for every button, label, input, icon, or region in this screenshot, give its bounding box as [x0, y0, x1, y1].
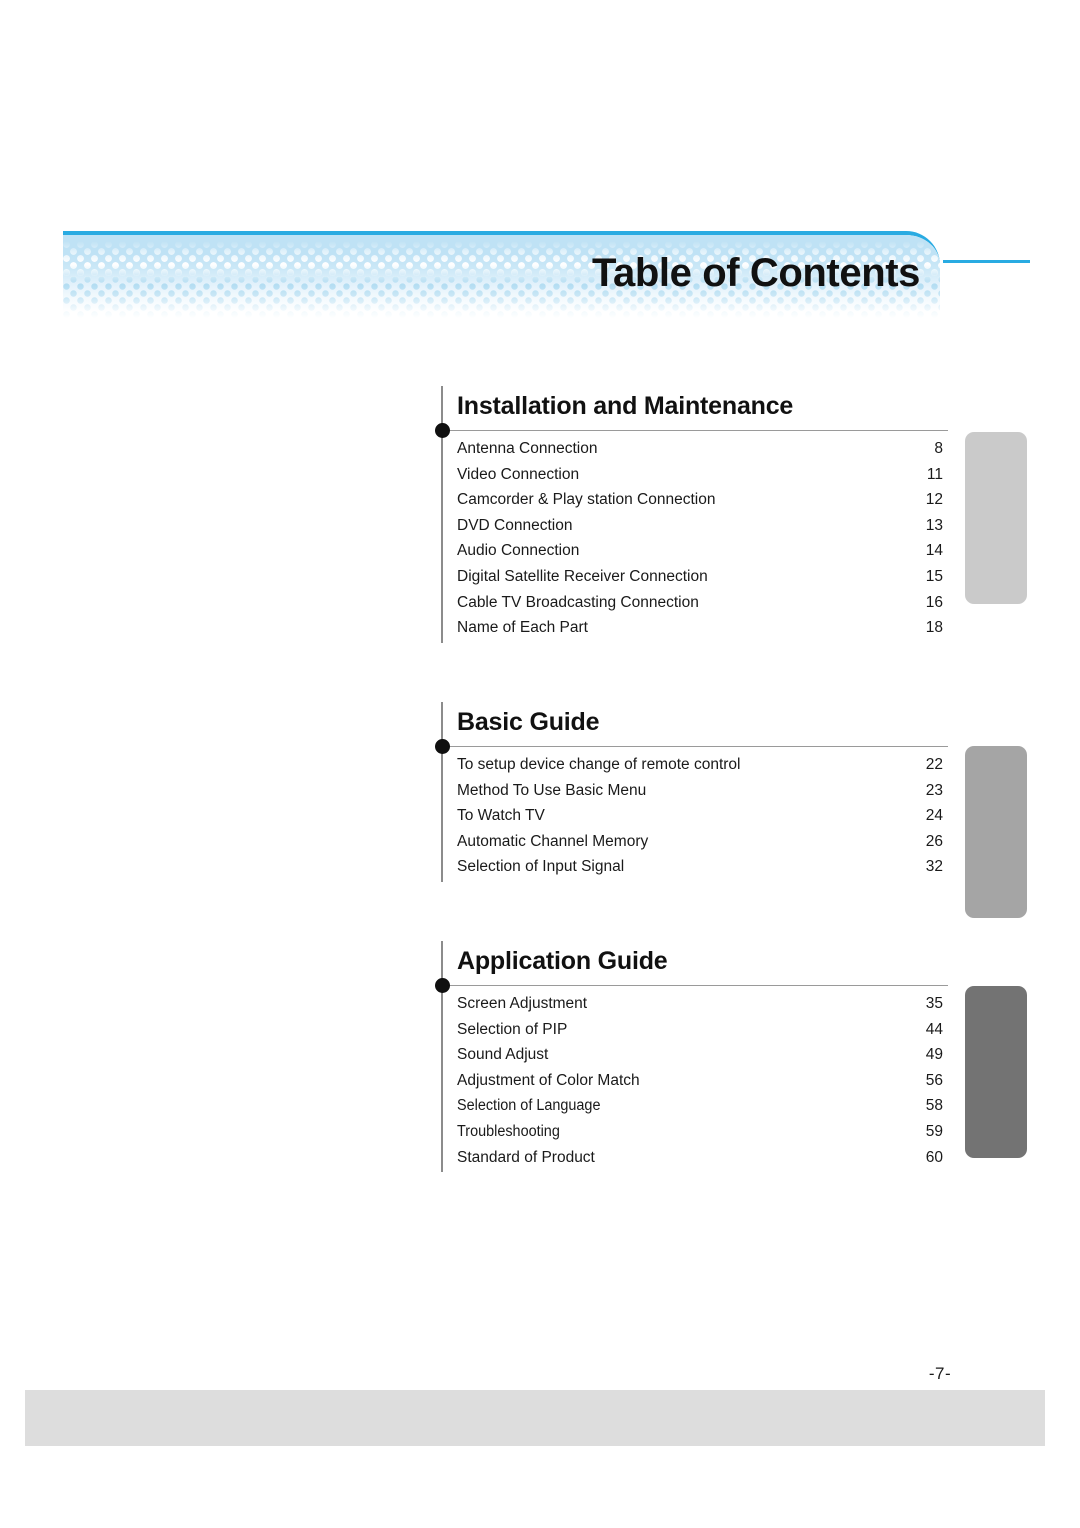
toc-entry-page: 60: [925, 1148, 943, 1166]
toc-entry-label: Name of Each Part: [457, 619, 588, 637]
toc-entry-label: Cable TV Broadcasting Connection: [457, 593, 699, 611]
toc-entry[interactable]: Video Connection 11: [441, 466, 948, 492]
toc-entry[interactable]: Sound Adjust 49: [441, 1046, 948, 1072]
toc-entry[interactable]: To Watch TV 24: [441, 807, 948, 833]
section-edge-tab: [965, 432, 1027, 604]
toc-entry-page: 56: [925, 1071, 943, 1089]
toc-entry-label: Selection of Input Signal: [457, 858, 625, 876]
toc-entry-label: Selection of Language: [457, 1097, 601, 1115]
toc-entry-page: 11: [926, 465, 943, 483]
toc-entry-page: 24: [925, 807, 943, 825]
toc-entry-label: To setup device change of remote control: [457, 756, 741, 773]
toc-entry[interactable]: Name of Each Part 18: [441, 619, 948, 645]
toc-entry-page: 58: [925, 1097, 943, 1115]
toc-entry[interactable]: Antenna Connection 8: [441, 440, 948, 466]
toc-entry[interactable]: Camcorder & Play station Connection 12: [441, 491, 948, 517]
toc-entry[interactable]: Screen Adjustment 35: [441, 995, 948, 1021]
toc-entry-page: 32: [925, 858, 943, 876]
toc-entry-page: 22: [925, 756, 943, 773]
toc-entry[interactable]: Automatic Channel Memory 26: [441, 833, 948, 859]
toc-entry-page: 49: [925, 1046, 943, 1064]
toc-entry-label: Sound Adjust: [457, 1046, 549, 1064]
toc-entry-label: To Watch TV: [457, 807, 545, 825]
toc-entry[interactable]: To setup device change of remote control…: [441, 756, 948, 782]
section-divider: [441, 430, 948, 431]
page-header: Table of Contents: [0, 0, 1080, 340]
toc-entry-label: Adjustment of Color Match: [457, 1071, 640, 1089]
toc-entry-page: 12: [925, 491, 943, 509]
section-heading: Basic Guide: [457, 708, 600, 736]
toc-entry-page: 35: [925, 995, 943, 1012]
toc-entry-page: 13: [925, 516, 943, 534]
footer-band: [25, 1390, 1045, 1446]
toc-entry-label: Automatic Channel Memory: [457, 832, 649, 850]
section-heading: Application Guide: [457, 947, 668, 975]
toc-entry-list: To setup device change of remote control…: [441, 756, 948, 884]
toc-entry[interactable]: Digital Satellite Receiver Connection 15: [441, 568, 948, 594]
toc-entry[interactable]: Cable TV Broadcasting Connection 16: [441, 594, 948, 620]
toc-entry-page: 18: [925, 619, 943, 637]
section-heading: Installation and Maintenance: [457, 392, 794, 420]
header-banner: Table of Contents: [63, 231, 940, 319]
toc-entry-label: Standard of Product: [457, 1148, 595, 1166]
toc-entry-label: Selection of PIP: [457, 1020, 568, 1038]
toc-entry-label: Camcorder & Play station Connection: [457, 491, 716, 509]
toc-entry-list: Antenna Connection 8 Video Connection 11 Cam…: [441, 440, 948, 645]
toc-entry-label: Audio Connection: [457, 542, 580, 560]
toc-entry[interactable]: Selection of Language 58: [441, 1097, 948, 1123]
section-divider: [441, 746, 948, 747]
section-edge-tab: [965, 986, 1027, 1158]
toc-entry-page: 14: [925, 542, 943, 560]
toc-entry[interactable]: Troubleshooting 59: [441, 1123, 948, 1149]
section-bullet-icon: [435, 978, 450, 993]
section-edge-tab: [965, 746, 1027, 918]
section-bullet-icon: [435, 739, 450, 754]
toc-entry-page: 44: [925, 1020, 943, 1038]
toc-entry[interactable]: DVD Connection 13: [441, 517, 948, 543]
page-number: -7-: [928, 1364, 952, 1383]
toc-entry-label: Antenna Connection: [457, 440, 598, 457]
toc-entry-label: Digital Satellite Receiver Connection: [457, 567, 708, 585]
toc-entry-label: Troubleshooting: [457, 1122, 560, 1140]
toc-entry[interactable]: Method To Use Basic Menu 23: [441, 782, 948, 808]
page-title: Table of Contents: [591, 251, 920, 295]
toc-entry-label: Video Connection: [457, 465, 580, 483]
toc-entry-page: 8: [934, 440, 943, 457]
toc-entry-page: 15: [925, 567, 943, 585]
toc-entry-page: 59: [925, 1122, 943, 1140]
section-divider: [441, 985, 948, 986]
toc-entry-label: Screen Adjustment: [457, 995, 588, 1012]
toc-entry-page: 26: [925, 832, 943, 850]
header-accent-line: [943, 260, 1030, 263]
toc-entry[interactable]: Selection of PIP 44: [441, 1021, 948, 1047]
toc-entry-label: DVD Connection: [457, 516, 573, 534]
toc-entry-page: 23: [925, 781, 943, 799]
toc-entry-page: 16: [925, 593, 943, 611]
toc-entry[interactable]: Selection of Input Signal 32: [441, 858, 948, 884]
toc-entry[interactable]: Standard of Product 60: [441, 1149, 948, 1175]
toc-entry[interactable]: Audio Connection 14: [441, 542, 948, 568]
toc-entry-label: Method To Use Basic Menu: [457, 781, 647, 799]
section-bullet-icon: [435, 423, 450, 438]
toc-entry[interactable]: Adjustment of Color Match 56: [441, 1072, 948, 1098]
toc-entry-list: Screen Adjustment 35 Selection of PIP 44 Sou…: [441, 995, 948, 1174]
